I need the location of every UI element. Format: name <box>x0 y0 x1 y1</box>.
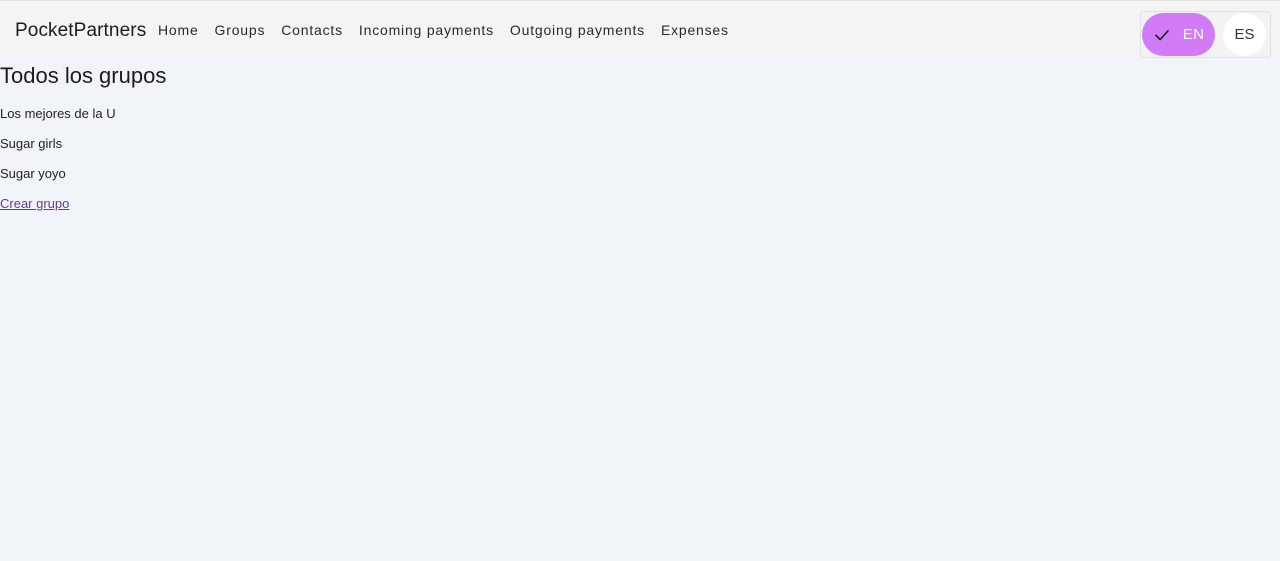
nav-incoming-payments[interactable]: Incoming payments <box>351 19 502 41</box>
language-toggle: EN ES <box>1140 11 1271 58</box>
language-es-button[interactable]: ES <box>1223 13 1266 56</box>
brand-title: PocketPartners <box>15 20 147 41</box>
nav-home[interactable]: Home <box>150 19 207 41</box>
check-icon <box>1154 29 1169 40</box>
create-group-link[interactable]: Crear grupo <box>0 195 69 213</box>
page-title: Todos los grupos <box>0 63 167 88</box>
nav-groups[interactable]: Groups <box>207 19 274 41</box>
group-list: Los mejores de la U Sugar girls Sugar yo… <box>0 105 116 195</box>
nav-outgoing-payments[interactable]: Outgoing payments <box>502 19 653 41</box>
nav-expenses[interactable]: Expenses <box>653 19 737 41</box>
group-list-item[interactable]: Sugar girls <box>0 135 116 165</box>
nav-contacts[interactable]: Contacts <box>273 19 351 41</box>
language-en-button[interactable]: EN <box>1142 13 1215 56</box>
main-nav: Home Groups Contacts Incoming payments O… <box>150 19 737 41</box>
group-list-item[interactable]: Sugar yoyo <box>0 165 116 195</box>
group-list-item[interactable]: Los mejores de la U <box>0 105 116 135</box>
language-en-label: EN <box>1182 26 1205 43</box>
top-navbar: PocketPartners Home Groups Contacts Inco… <box>0 0 1280 58</box>
